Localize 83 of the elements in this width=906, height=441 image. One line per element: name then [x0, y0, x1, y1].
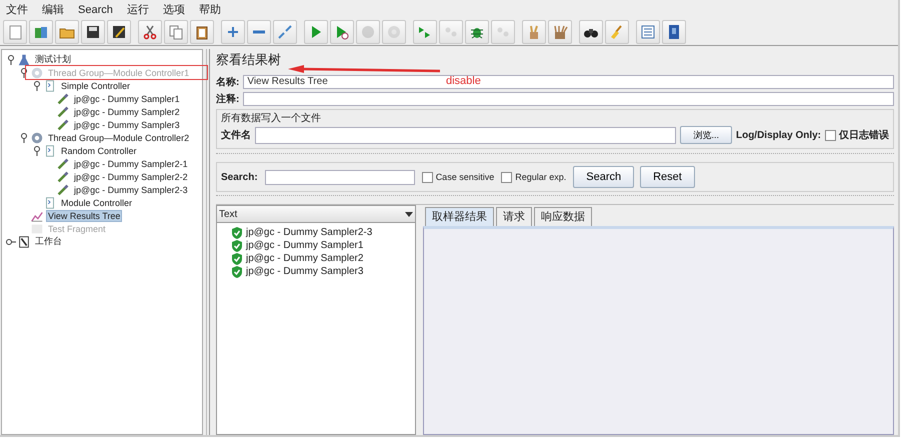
help-book-icon — [666, 24, 682, 40]
renderer-dropdown[interactable]: Text — [217, 206, 415, 223]
annotation-label: disable — [446, 75, 481, 87]
comment-field[interactable] — [243, 92, 894, 106]
toolbar-button[interactable] — [465, 20, 489, 44]
clipboard-icon — [194, 24, 210, 40]
menu-item[interactable]: 帮助 — [198, 2, 221, 17]
document-icon — [7, 24, 23, 40]
pipette-icon — [56, 92, 70, 106]
floppy-pen-icon — [111, 24, 127, 40]
controller-icon — [43, 78, 57, 92]
gear-icon — [30, 66, 44, 80]
result-item[interactable]: jp@gc - Dummy Sampler2-3 — [246, 227, 372, 238]
tree-item[interactable]: 工作台 — [33, 235, 64, 248]
tree-item[interactable]: jp@gc - Dummy Sampler2-2 — [72, 172, 190, 182]
section-title: 所有数据写入一个文件 — [221, 112, 321, 124]
tree-item[interactable]: jp@gc - Dummy Sampler2-3 — [72, 184, 190, 194]
search-button[interactable]: Search — [573, 166, 634, 188]
field-label: 名称: — [216, 76, 240, 88]
result-item[interactable]: jp@gc - Dummy Sampler2 — [246, 253, 364, 264]
menu-item[interactable]: 文件 — [6, 2, 28, 17]
shield-check-icon — [231, 265, 243, 278]
gear-icon — [30, 130, 44, 144]
toolbar-button[interactable] — [107, 20, 131, 44]
checkbox-label: Regular exp. — [515, 172, 566, 182]
tab[interactable]: 取样器结果 — [425, 207, 494, 226]
shield-check-icon — [231, 252, 243, 265]
fragment-icon — [30, 222, 44, 236]
play-clock-icon — [334, 24, 350, 40]
filename-field[interactable] — [255, 126, 676, 144]
tree-item[interactable]: jp@gc - Dummy Sampler2-1 — [72, 158, 190, 168]
menu-item[interactable]: 编辑 — [42, 2, 64, 17]
field-label: 注释: — [216, 92, 240, 106]
pipette-icon — [56, 170, 70, 184]
expanded-handle-icon[interactable] — [31, 144, 43, 156]
stop-icon — [386, 24, 402, 40]
menu-item[interactable]: 选项 — [162, 2, 185, 17]
list-icon — [640, 24, 656, 40]
pipette-icon — [56, 156, 70, 170]
toolbar-button[interactable] — [662, 20, 686, 44]
scissors-icon — [142, 24, 158, 40]
expanded-handle-icon[interactable] — [18, 132, 30, 144]
result-item[interactable]: jp@gc - Dummy Sampler3 — [246, 266, 364, 277]
checkbox[interactable] — [825, 130, 836, 140]
search-field[interactable] — [264, 170, 415, 184]
pipette-icon — [56, 118, 70, 132]
controller-icon — [43, 144, 57, 158]
copy-icon — [168, 24, 184, 40]
menu-item[interactable]: 运行 — [126, 2, 149, 17]
tree-item[interactable]: Thread Group—Module Controller2 — [46, 132, 192, 142]
minus-icon — [253, 30, 265, 34]
toolbar-button[interactable] — [579, 20, 603, 44]
tab[interactable]: 请求 — [496, 207, 532, 226]
field-label: 文件名 — [221, 128, 251, 142]
tree-item[interactable]: 测试计划 — [33, 53, 73, 66]
stop-icon — [360, 24, 376, 40]
controller-icon — [43, 196, 57, 210]
books-icon — [33, 24, 49, 40]
shield-check-icon — [231, 226, 243, 239]
browse-button[interactable]: 浏览... — [680, 126, 732, 144]
tree-item[interactable]: Module Controller — [59, 198, 134, 208]
flask-icon — [17, 52, 31, 66]
panel-title: 察看结果树 — [216, 51, 281, 67]
checkbox-label: Case sensitive — [436, 172, 494, 182]
plus-icon — [225, 24, 241, 40]
menu-item[interactable]: Search — [78, 4, 113, 16]
checkbox[interactable] — [501, 172, 512, 182]
field-label: Log/Display Only: — [736, 130, 821, 140]
result-item[interactable]: jp@gc - Dummy Sampler1 — [246, 240, 364, 251]
toolbar-button[interactable] — [190, 20, 214, 44]
pipette-icon — [56, 182, 70, 196]
pipette-icon — [56, 104, 70, 118]
tab[interactable]: 响应数据 — [534, 207, 592, 226]
tree-item[interactable]: Random Controller — [59, 146, 139, 156]
checkbox-label: 仅日志错误 — [839, 128, 889, 142]
search-button[interactable]: Reset — [640, 166, 695, 188]
shield-check-icon — [231, 239, 243, 252]
tree-item[interactable]: View Results Tree — [46, 210, 122, 222]
expanded-handle-icon[interactable] — [5, 54, 17, 66]
field-label: Search: — [221, 172, 258, 182]
brushes-icon — [552, 24, 568, 40]
checkbox[interactable] — [422, 172, 433, 182]
toolbar-button[interactable] — [81, 20, 105, 44]
